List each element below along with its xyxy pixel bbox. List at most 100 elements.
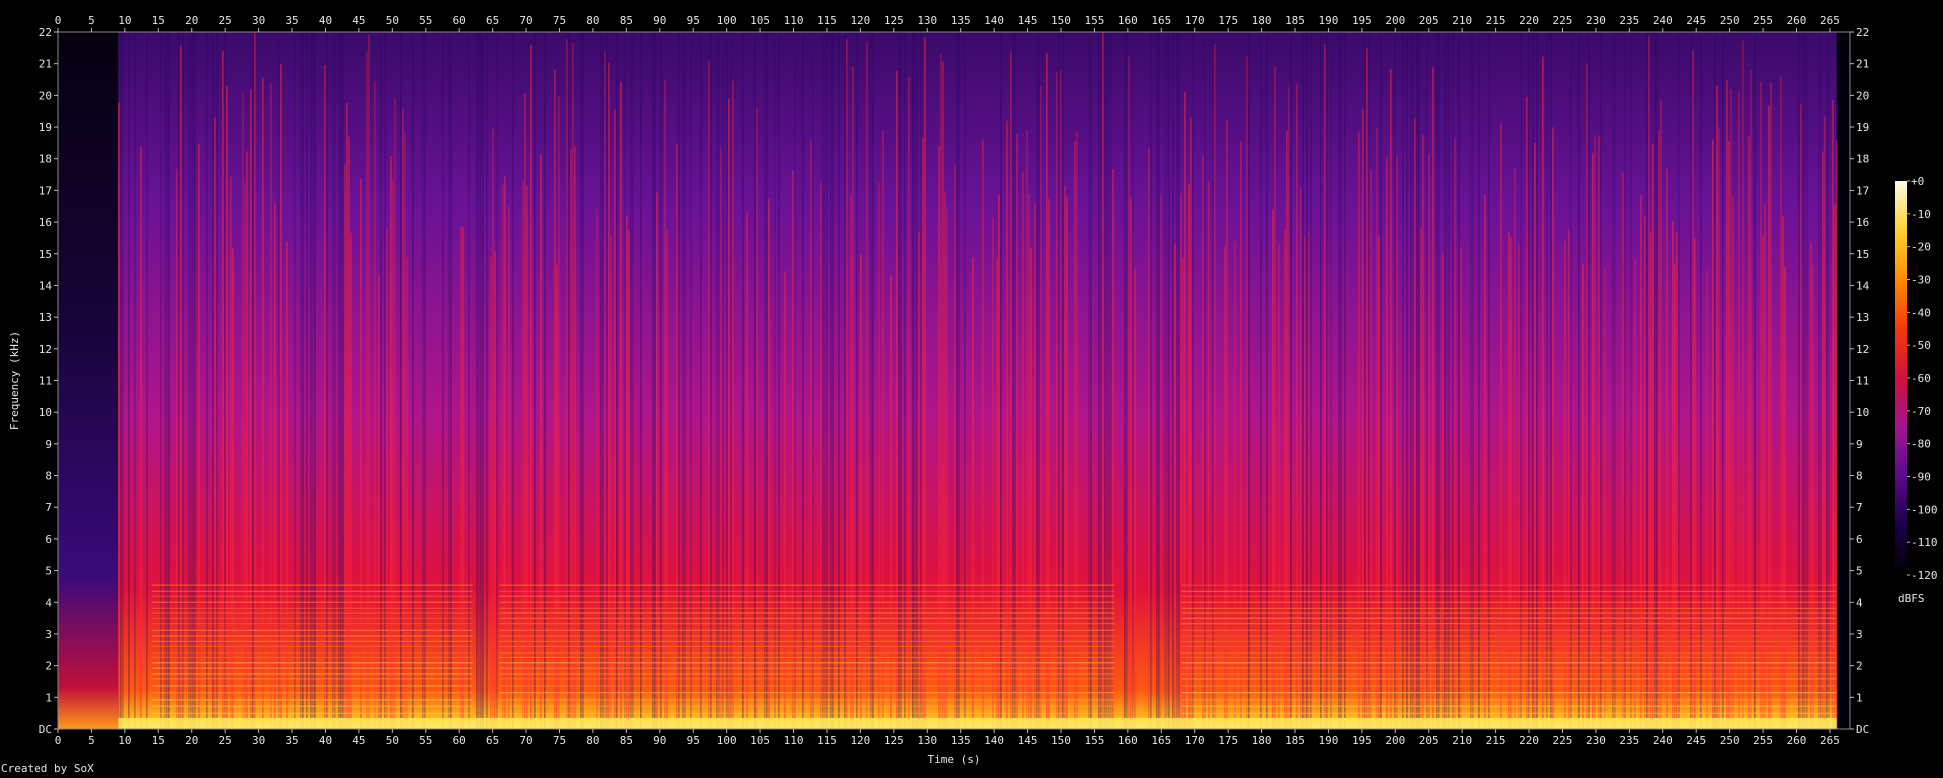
harmonic-band bbox=[151, 612, 473, 614]
x-tick-label: 235 bbox=[1619, 734, 1639, 747]
x-tick-label: 80 bbox=[586, 734, 599, 747]
x-tick-label: 65 bbox=[486, 734, 499, 747]
time-stripe bbox=[274, 202, 276, 730]
x-tick-label: 20 bbox=[185, 14, 198, 27]
time-stripe bbox=[310, 32, 312, 729]
y-tick-label: 19 bbox=[1856, 121, 1869, 134]
time-stripe bbox=[1150, 32, 1152, 729]
time-stripe bbox=[342, 32, 344, 729]
time-stripe bbox=[1420, 227, 1422, 730]
harmonic-band bbox=[151, 584, 473, 586]
time-stripe bbox=[216, 32, 218, 729]
y-tick-label: 16 bbox=[1856, 216, 1869, 229]
time-stripe bbox=[530, 44, 532, 730]
x-tick-label: 215 bbox=[1486, 734, 1506, 747]
time-stripe bbox=[1676, 232, 1678, 729]
x-tick-label: 135 bbox=[951, 734, 971, 747]
harmonic-band bbox=[151, 667, 473, 669]
time-stripe bbox=[630, 32, 632, 729]
time-stripe bbox=[1288, 87, 1290, 729]
x-tick-label: 235 bbox=[1619, 14, 1639, 27]
time-stripe bbox=[1204, 32, 1206, 729]
x-tick-label: 130 bbox=[917, 14, 937, 27]
time-stripe bbox=[1246, 55, 1248, 730]
y-ticks-right: DC12345678910111213141516171819202122 bbox=[1850, 26, 1870, 736]
y-tick-label: 22 bbox=[39, 26, 52, 39]
harmonic-band bbox=[499, 667, 1115, 669]
time-stripe bbox=[1190, 117, 1192, 729]
time-stripe bbox=[1526, 96, 1528, 729]
time-stripe bbox=[1718, 127, 1720, 729]
y-tick-label: 21 bbox=[1856, 58, 1869, 71]
time-stripe bbox=[1800, 104, 1802, 729]
time-stripe bbox=[334, 32, 336, 729]
harmonic-band bbox=[1181, 705, 1837, 707]
time-stripe bbox=[1038, 32, 1040, 729]
harmonic-band bbox=[151, 678, 473, 680]
time-stripe bbox=[920, 32, 922, 729]
harmonic-band bbox=[499, 685, 1115, 687]
time-stripe bbox=[242, 92, 244, 730]
time-stripe bbox=[1358, 131, 1360, 729]
x-tick-label: 100 bbox=[717, 14, 737, 27]
x-tick-label: 105 bbox=[750, 734, 770, 747]
time-stripe bbox=[1828, 32, 1830, 729]
time-stripe bbox=[1824, 116, 1826, 729]
time-stripe bbox=[850, 194, 852, 729]
time-stripe bbox=[998, 194, 1000, 729]
time-stripe bbox=[1168, 32, 1170, 729]
colorbar-tick-label: -10 bbox=[1911, 208, 1931, 221]
time-stripe bbox=[1034, 202, 1036, 730]
time-stripe bbox=[496, 32, 498, 729]
time-stripe bbox=[964, 32, 966, 729]
time-stripe bbox=[406, 257, 408, 729]
harmonic-band bbox=[151, 692, 473, 694]
time-stripe bbox=[660, 32, 662, 729]
time-stripe bbox=[324, 65, 326, 729]
time-stripe bbox=[1324, 43, 1326, 730]
y-axis-label: Frequency (kHz) bbox=[8, 331, 21, 430]
harmonic-band bbox=[1181, 595, 1837, 597]
time-stripe bbox=[1738, 91, 1740, 730]
x-axis-label: Time (s) bbox=[928, 753, 981, 766]
time-stripe bbox=[468, 32, 470, 729]
time-stripe bbox=[250, 89, 252, 729]
time-stripe bbox=[872, 32, 874, 729]
time-stripe bbox=[1458, 32, 1460, 729]
quiet-intro-region bbox=[58, 32, 119, 729]
time-stripe bbox=[1412, 32, 1414, 729]
time-stripe bbox=[1714, 32, 1716, 729]
y-tick-label: 11 bbox=[1856, 375, 1869, 388]
time-stripe bbox=[1192, 32, 1194, 729]
time-stripe bbox=[1488, 32, 1490, 729]
time-stripe bbox=[856, 32, 858, 729]
time-stripe bbox=[194, 32, 196, 729]
time-stripe bbox=[380, 32, 382, 729]
time-stripe bbox=[1782, 215, 1784, 729]
time-stripe bbox=[140, 146, 142, 730]
time-stripe bbox=[206, 32, 208, 729]
y-tick-label: 6 bbox=[1856, 533, 1863, 546]
time-stripe bbox=[1036, 32, 1038, 729]
harmonic-band bbox=[1181, 645, 1837, 648]
time-stripe bbox=[812, 32, 814, 729]
y-tick-label: 2 bbox=[45, 660, 52, 673]
time-stripe bbox=[824, 32, 826, 729]
x-tick-label: 80 bbox=[586, 14, 599, 27]
time-stripe bbox=[244, 182, 246, 729]
harmonic-band bbox=[151, 652, 473, 654]
time-stripe bbox=[404, 132, 406, 729]
time-stripe bbox=[450, 32, 452, 729]
time-stripe bbox=[344, 164, 346, 729]
time-stripe bbox=[626, 215, 628, 729]
time-stripe bbox=[620, 82, 622, 729]
time-stripe bbox=[764, 32, 766, 729]
x-tick-label: 155 bbox=[1084, 734, 1104, 747]
time-stripe bbox=[1386, 156, 1388, 729]
time-stripe bbox=[568, 32, 570, 729]
time-stripe bbox=[822, 32, 824, 729]
time-stripe bbox=[1010, 51, 1012, 729]
colorbar-tick-label: -40 bbox=[1911, 306, 1931, 319]
time-stripe bbox=[1124, 32, 1126, 729]
time-stripe bbox=[1248, 32, 1250, 729]
